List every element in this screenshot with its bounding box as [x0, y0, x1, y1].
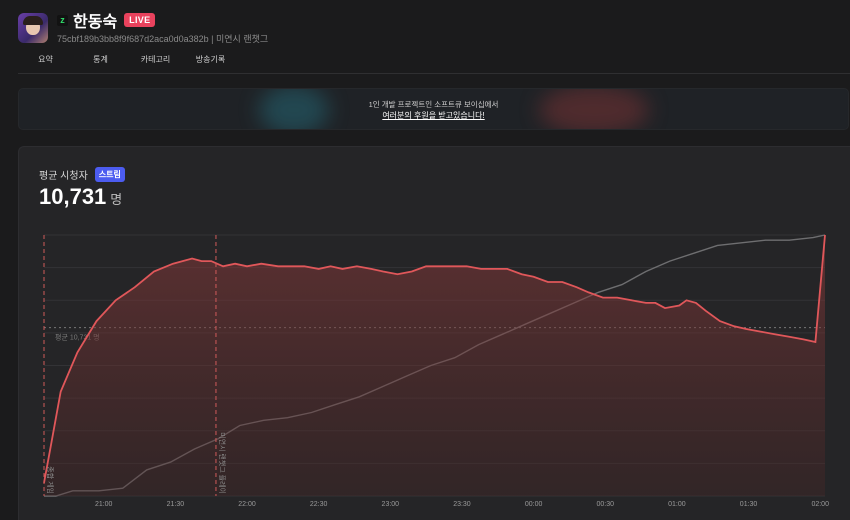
- channel-avatar[interactable]: [18, 13, 48, 43]
- banner-line2[interactable]: 여러분의 후원을 받고있습니다!: [19, 110, 848, 121]
- live-badge: LIVE: [124, 13, 156, 27]
- x-tick-label: 21:00: [95, 501, 113, 508]
- x-tick-label: 23:30: [453, 501, 471, 508]
- channel-name[interactable]: 한동숙: [73, 8, 117, 32]
- viewer-stats-card: 평균 시청자 스트림 10,731 명 평균 10,731 명 종합 게임 미연시…: [18, 146, 850, 520]
- category-marker-label: 종합 게임: [46, 466, 55, 494]
- viewers-area: [44, 235, 825, 496]
- tab-summary[interactable]: 요약: [18, 52, 73, 73]
- x-tick-label: 22:30: [310, 501, 328, 508]
- x-tick-label: 23:00: [382, 501, 400, 508]
- viewer-chart[interactable]: 평균 10,731 명 종합 게임미연시 랜챗그 플레이미연시 랜챗그 21:0…: [19, 147, 850, 520]
- channel-subline: 75cbf189b3bb8f9f687d2aca0d0a382b | 미연시 랜…: [57, 34, 269, 44]
- chzzk-icon: z: [57, 14, 68, 26]
- x-tick-label: 02:00: [811, 501, 829, 508]
- x-tick-label: 21:30: [167, 501, 185, 508]
- channel-meta: z 한동숙 LIVE 75cbf189b3bb8f9f687d2aca0d0a3…: [57, 11, 268, 45]
- tab-bar: 요약 통계 카테고리 방송기록: [18, 52, 850, 74]
- channel-header: z 한동숙 LIVE 75cbf189b3bb8f9f687d2aca0d0a3…: [18, 12, 268, 44]
- banner-line1: 1인 개발 프로젝트인 소프트큐 보이십에서: [368, 100, 499, 109]
- support-banner[interactable]: 1인 개발 프로젝트인 소프트큐 보이십에서 여러분의 후원을 받고있습니다!: [18, 88, 849, 130]
- x-tick-label: 01:00: [668, 501, 686, 508]
- tab-broadcast-history[interactable]: 방송기록: [183, 52, 238, 73]
- tab-statistics[interactable]: 통계: [73, 52, 128, 73]
- banner-text: 1인 개발 프로젝트인 소프트큐 보이십에서 여러분의 후원을 받고있습니다!: [19, 99, 848, 121]
- x-tick-label: 00:00: [525, 501, 543, 508]
- x-tick-label: 01:30: [740, 501, 758, 508]
- x-tick-label: 22:00: [238, 501, 256, 508]
- channel-name-row: z 한동숙 LIVE: [57, 8, 268, 32]
- tab-categories[interactable]: 카테고리: [128, 52, 183, 73]
- category-marker-label: 미연시 랜챗그 플레이: [218, 432, 227, 494]
- x-tick-label: 00:30: [597, 501, 615, 508]
- x-axis: 21:00 21:30 22:00 22:30 23:00 23:30 00:00 00:30…: [95, 501, 829, 508]
- viewers-series: [43, 234, 826, 496]
